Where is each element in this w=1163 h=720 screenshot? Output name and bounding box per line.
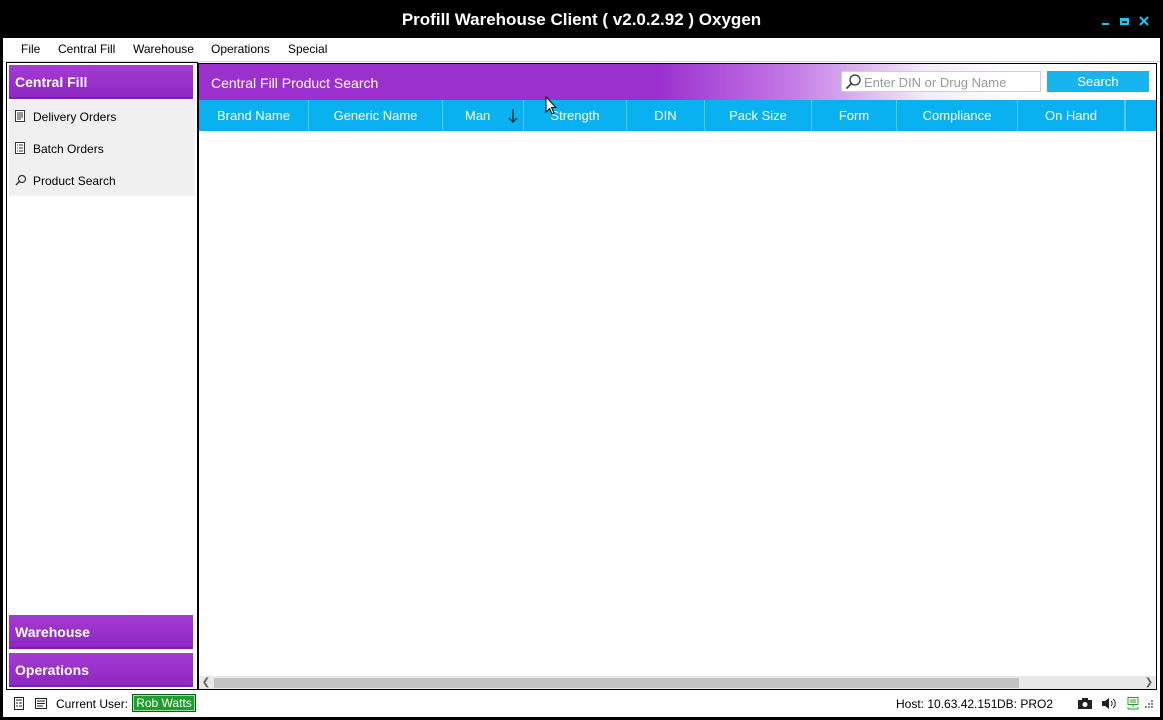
column-compliance[interactable]: Compliance [897, 100, 1018, 131]
results-grid[interactable] [199, 131, 1156, 677]
speaker-icon[interactable] [1101, 697, 1117, 710]
menu-central-fill[interactable]: Central Fill [58, 42, 115, 56]
search-field[interactable] [841, 71, 1041, 92]
column-generic-name[interactable]: Generic Name [309, 100, 443, 131]
host-address: Host: 10.63.42.151 [896, 697, 998, 711]
scroll-left-icon[interactable]: ❮ [199, 676, 213, 689]
menu-special[interactable]: Special [288, 42, 327, 56]
sidebar-item-label: Delivery Orders [33, 110, 117, 124]
current-user-label: Current User: [56, 697, 129, 711]
mouse-pointer-icon [545, 95, 559, 116]
current-user-badge: Rob Watts [132, 694, 196, 712]
sidebar-item-product-search[interactable]: Product Search [9, 164, 195, 196]
column-brand-name[interactable]: Brand Name [199, 100, 309, 131]
nav-section-central-fill[interactable]: Central Fill [9, 65, 193, 99]
menu-bar: File Central Fill Warehouse Operations S… [3, 38, 1160, 62]
camera-icon[interactable] [1077, 697, 1093, 710]
title-bar: Profill Warehouse Client ( v2.0.2.92 ) O… [0, 0, 1163, 38]
network-icon[interactable] [1125, 697, 1141, 710]
database-name: DB: PRO2 [997, 697, 1054, 711]
sidebar-item-label: Product Search [33, 174, 116, 188]
grid-header: Brand Name Generic Name Man Strength DIN… [199, 100, 1156, 131]
column-strength[interactable]: Strength [524, 100, 627, 131]
product-search-panel: Central Fill Product Search Search Brand… [198, 63, 1157, 690]
column-din[interactable]: DIN [627, 100, 705, 131]
search-button[interactable]: Search [1047, 71, 1149, 92]
sidebar-item-delivery-orders[interactable]: Delivery Orders [9, 100, 195, 132]
column-label: Man [465, 108, 491, 123]
column-overflow[interactable] [1125, 100, 1156, 131]
sidebar-item-batch-orders[interactable]: Batch Orders [9, 132, 195, 164]
minimize-icon[interactable] [1099, 14, 1113, 28]
panel-header: Central Fill Product Search Search [199, 64, 1156, 100]
resize-grip-icon[interactable] [1144, 697, 1154, 710]
sort-descending-icon [505, 100, 521, 131]
menu-operations[interactable]: Operations [211, 42, 270, 56]
notes-icon[interactable] [35, 697, 47, 710]
search-input[interactable] [864, 74, 1036, 90]
nav-section-operations[interactable]: Operations [9, 653, 193, 687]
scrollbar-thumb[interactable] [214, 678, 1019, 688]
nav-section-warehouse[interactable]: Warehouse [9, 615, 193, 649]
document-icon [15, 110, 25, 122]
panel-title: Central Fill Product Search [211, 75, 379, 91]
sidebar: Central Fill Delivery Orders Batch Order… [6, 62, 198, 690]
maximize-icon[interactable] [1118, 14, 1132, 28]
status-bar: Current User: Rob Watts Host: 10.63.42.1… [3, 690, 1160, 717]
sidebar-item-label: Batch Orders [33, 142, 104, 156]
calculator-icon[interactable] [13, 697, 25, 710]
column-form[interactable]: Form [812, 100, 897, 131]
window-title: Profill Warehouse Client ( v2.0.2.92 ) O… [401, 10, 762, 29]
nav-list: Delivery Orders Batch Orders Product Sea… [9, 100, 195, 196]
menu-warehouse[interactable]: Warehouse [133, 42, 194, 56]
menu-file[interactable]: File [21, 42, 40, 56]
column-on-hand[interactable]: On Hand [1018, 100, 1125, 131]
column-man[interactable]: Man [443, 100, 524, 131]
search-icon [15, 174, 27, 186]
close-icon[interactable] [1137, 14, 1151, 28]
search-icon [845, 74, 861, 90]
scroll-right-icon[interactable]: ❯ [1142, 676, 1156, 689]
column-pack-size[interactable]: Pack Size [705, 100, 812, 131]
list-document-icon [15, 142, 25, 154]
horizontal-scrollbar[interactable]: ❮ ❯ [199, 676, 1156, 689]
client-area: File Central Fill Warehouse Operations S… [3, 38, 1160, 717]
